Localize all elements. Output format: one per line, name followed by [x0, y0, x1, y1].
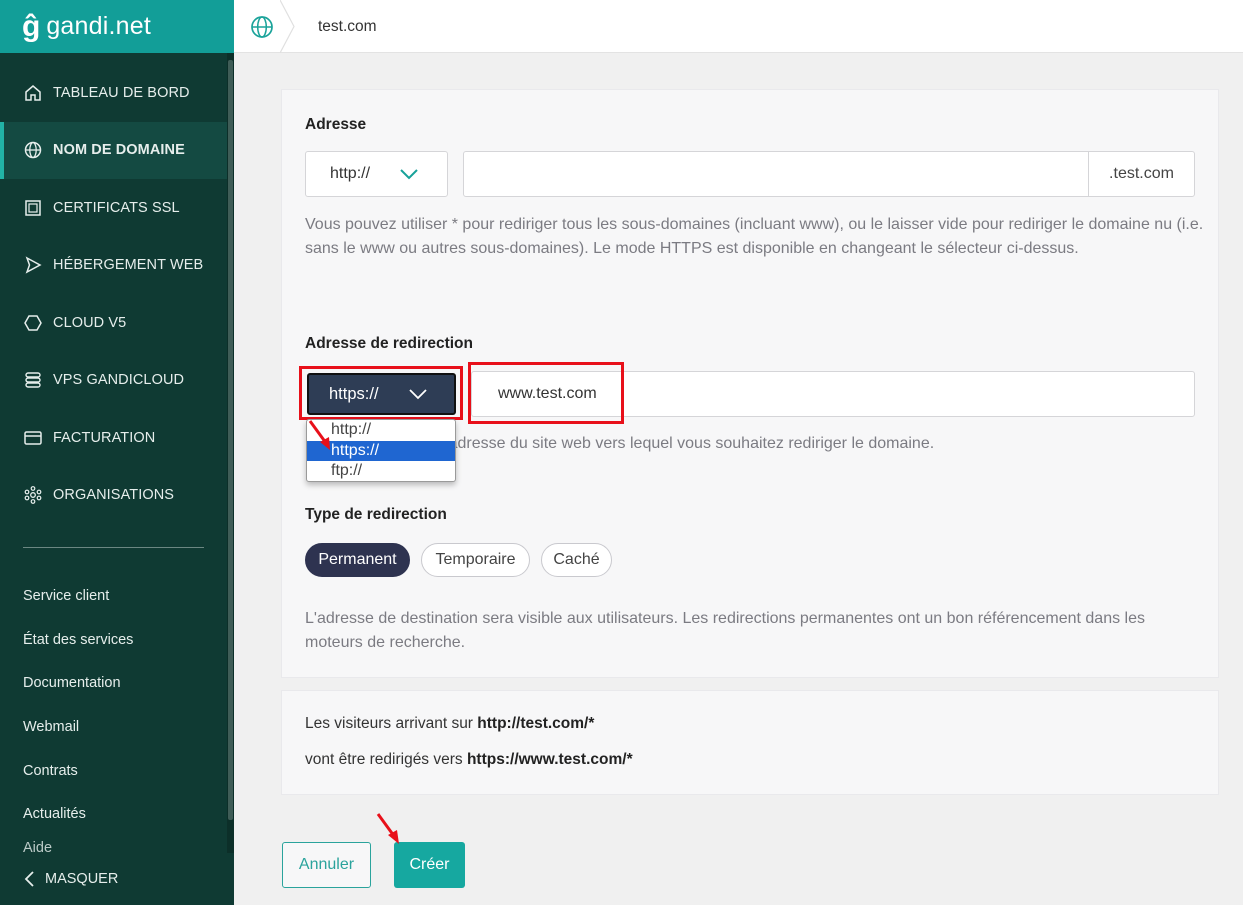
sidebar-divider: [23, 547, 204, 548]
redirect-summary-panel: [281, 690, 1219, 795]
summary-target-prefix: vont être redirigés vers: [305, 751, 467, 768]
sidebar-item-vps-gandicloud[interactable]: VPS GANDICLOUD: [0, 352, 227, 410]
brand-logo[interactable]: ĝ gandi.net: [0, 0, 234, 53]
link-webmail[interactable]: Webmail: [23, 705, 133, 749]
chevron-left-icon: [24, 871, 34, 887]
summary-target-url: https://www.test.com/*: [466, 751, 633, 768]
sidebar-item-cloud-v5[interactable]: CLOUD V5: [0, 294, 227, 352]
sidebar-item-label: VPS GANDICLOUD: [53, 372, 185, 389]
sidebar-item-label: CLOUD V5: [53, 314, 127, 331]
create-button[interactable]: Créer: [394, 842, 465, 888]
link-documentation[interactable]: Documentation: [23, 661, 133, 705]
address-subdomain-input[interactable]: .test.com: [463, 151, 1195, 197]
protocol-option-ftp[interactable]: ftp://: [307, 461, 455, 481]
link-etat-des-services[interactable]: État des services: [23, 618, 133, 662]
breadcrumb-domain[interactable]: test.com: [318, 0, 377, 53]
redirect-type-help-text: L'adresse de destination sera visible au…: [305, 610, 1145, 651]
gandi-logo-icon: ĝ: [22, 9, 41, 43]
globe-icon: [24, 142, 42, 159]
link-actualites[interactable]: Actualités: [23, 792, 133, 836]
globe-icon: [251, 15, 273, 38]
redirect-type-cache[interactable]: Caché: [541, 543, 612, 577]
summary-source-url: http://test.com/*: [477, 715, 595, 732]
server-icon: [25, 372, 41, 388]
highlight-protocol-select: [299, 366, 463, 420]
sidebar-item-hebergement-web[interactable]: HÉBERGEMENT WEB: [0, 237, 227, 295]
domain-suffix: .test.com: [1088, 152, 1194, 196]
sidebar-item-label: HÉBERGEMENT WEB: [53, 257, 204, 274]
redirect-type-permanent[interactable]: Permanent: [305, 543, 410, 577]
sidebar-item-nom-de-domaine[interactable]: NOM DE DOMAINE: [0, 121, 227, 179]
summary-source-prefix: Les visiteurs arrivant sur: [305, 715, 478, 732]
link-contrats[interactable]: Contrats: [23, 749, 133, 793]
brand-name: gandi.net: [46, 12, 151, 40]
redirect-type-temporaire[interactable]: Temporaire: [421, 543, 530, 577]
sidebar-item-label: FACTURATION: [53, 429, 156, 446]
address-label: Adresse: [305, 116, 367, 133]
hide-sidebar-label: MASQUER: [45, 871, 119, 887]
sidebar-scroll-thumb[interactable]: [228, 60, 233, 820]
sidebar-nav: TABLEAU DE BORD NOM DE DOMAINE CERTIFICA…: [0, 64, 227, 524]
sidebar-item-label: NOM DE DOMAINE: [53, 142, 185, 159]
sidebar-item-certificats-ssl[interactable]: CERTIFICATS SSL: [0, 179, 227, 237]
sidebar-links: Service client État des services Documen…: [23, 574, 133, 856]
summary-line-target: vont être redirigés vers https://www.tes…: [305, 751, 633, 769]
sidebar-item-label: CERTIFICATS SSL: [53, 199, 180, 216]
link-service-client[interactable]: Service client: [23, 574, 133, 618]
hide-sidebar-button[interactable]: MASQUER: [0, 853, 234, 905]
sidebar-item-tableau-de-bord[interactable]: TABLEAU DE BORD: [0, 64, 227, 122]
cancel-button[interactable]: Annuler: [282, 842, 371, 888]
summary-line-source: Les visiteurs arrivant sur http://test.c…: [305, 715, 594, 733]
chevron-down-icon: [400, 169, 418, 180]
annotation-arrow-dropdown: [308, 420, 330, 450]
sidebar-item-organisations[interactable]: ORGANISATIONS: [0, 467, 227, 525]
card-icon: [24, 431, 42, 445]
sidebar-item-label: ORGANISATIONS: [53, 487, 175, 504]
top-bar: test.com: [234, 0, 1243, 53]
network-icon: [24, 486, 42, 505]
annotation-arrow-create: [376, 813, 399, 844]
redirect-type-label: Type de redirection: [305, 506, 447, 523]
hexagon-icon: [24, 315, 42, 331]
redirect-address-label: Adresse de redirection: [305, 335, 473, 352]
sidebar-item-facturation[interactable]: FACTURATION: [0, 409, 227, 467]
address-help-text: Vous pouvez utiliser * pour rediriger to…: [305, 216, 1204, 257]
sidebar-item-label: TABLEAU DE BORD: [53, 84, 190, 101]
address-protocol-value: http://: [330, 165, 371, 182]
breadcrumb-separator-icon: [280, 0, 295, 53]
certificate-icon: [25, 200, 41, 216]
send-icon: [25, 256, 42, 274]
highlight-redirect-input: [468, 362, 624, 424]
sidebar: ĝ gandi.net TABLEAU DE BORD NOM DE DOMAI…: [0, 0, 234, 905]
home-icon: [25, 84, 41, 101]
address-protocol-select[interactable]: http://: [305, 151, 448, 197]
